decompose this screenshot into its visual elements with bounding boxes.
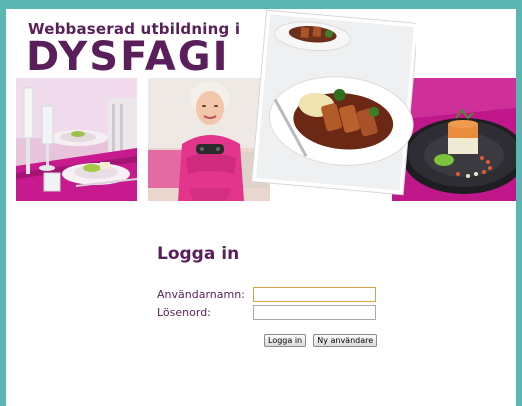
button-row: Logga in Ny användare: [264, 328, 379, 347]
login-button[interactable]: Logga in: [264, 334, 307, 347]
password-label: Lösenord:: [157, 306, 211, 319]
new-user-button[interactable]: Ny användare: [313, 334, 378, 347]
password-input[interactable]: [253, 305, 376, 320]
sliced-meat-dish-photo: [251, 9, 416, 201]
username-label: Användarnamn:: [157, 288, 245, 301]
login-form: Logga in Användarnamn: Lösenord: Logga i…: [157, 244, 457, 347]
login-heading: Logga in: [157, 244, 240, 264]
page: Webbaserad utbildning i DYSFAGI Logga in…: [6, 9, 516, 406]
header-banner: Webbaserad utbildning i DYSFAGI: [6, 9, 516, 201]
brand-title: DYSFAGI: [26, 34, 230, 80]
table-setting-photo: [16, 78, 137, 201]
username-input[interactable]: [253, 287, 376, 302]
